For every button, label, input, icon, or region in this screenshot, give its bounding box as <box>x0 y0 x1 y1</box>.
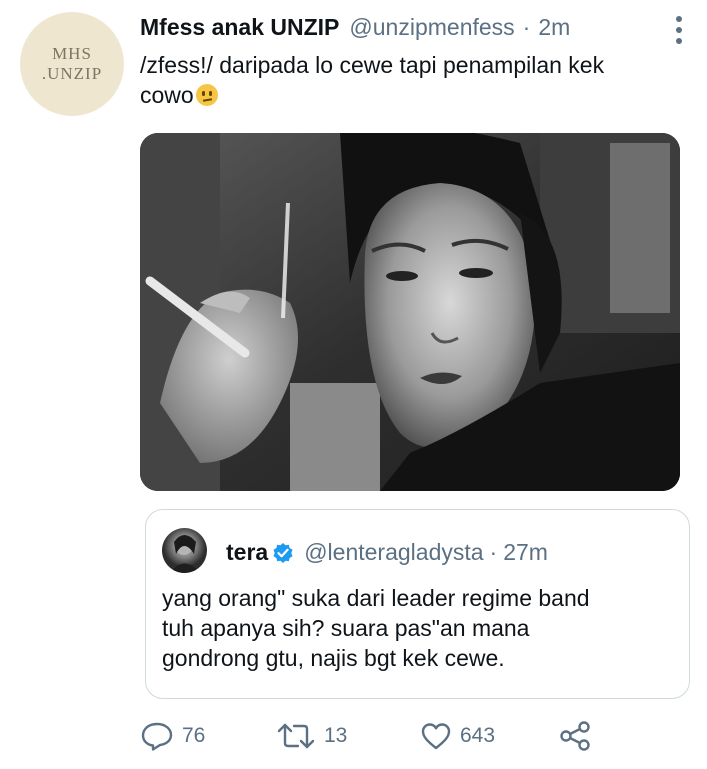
retweet-count: 13 <box>324 724 348 747</box>
tweet-actions-bar: 76 13 643 <box>140 718 600 754</box>
quoted-timestamp[interactable]: 27m <box>503 539 548 566</box>
tweet-text-line2: cowo <box>140 82 194 108</box>
reply-icon <box>141 722 173 751</box>
share-button[interactable] <box>558 718 600 754</box>
avatar-text-line1: MHS <box>52 44 92 63</box>
quoted-tweet-text: yang orang" suka dari leader regime band… <box>162 583 662 673</box>
quoted-tweet-card[interactable]: tera @lenteragladysta · 27m yang orang" … <box>145 509 690 699</box>
tweet-photo[interactable] <box>140 133 680 491</box>
avatar-text-line2: .UNZIP <box>41 64 103 83</box>
tweet-header: Mfess anak UNZIP @unzipmenfess · 2m <box>140 14 647 41</box>
display-name[interactable]: Mfess anak UNZIP <box>140 14 339 41</box>
quoted-display-name[interactable]: tera <box>226 539 268 566</box>
reply-count: 76 <box>182 724 206 747</box>
timestamp[interactable]: 2m <box>538 14 570 41</box>
reply-button[interactable]: 76 <box>140 718 205 754</box>
heart-icon <box>421 723 451 750</box>
quoted-text-line3: gondrong gtu, najis bgt kek cewe. <box>162 645 505 671</box>
quoted-tweet-header: tera @lenteragladysta · 27m <box>226 539 548 566</box>
retweet-button[interactable]: 13 <box>276 718 347 754</box>
quoted-separator-dot: · <box>489 539 498 565</box>
user-handle[interactable]: @unzipmenfess <box>349 14 514 41</box>
tweet-text-line1: /zfess!/ daripada lo cewe tapi penampila… <box>140 52 605 78</box>
quoted-avatar[interactable] <box>162 528 207 573</box>
like-count: 643 <box>460 724 496 747</box>
retweet-icon <box>277 723 315 749</box>
like-button[interactable]: 643 <box>420 718 495 754</box>
quoted-text-line1: yang orang" suka dari leader regime band <box>162 585 590 611</box>
share-icon <box>560 721 590 751</box>
verified-badge-icon <box>272 542 294 564</box>
separator-dot: · <box>522 14 531 40</box>
account-avatar[interactable]: MHS .UNZIP <box>20 12 124 116</box>
confused-face-icon <box>195 84 218 106</box>
tweet-text: /zfess!/ daripada lo cewe tapi penampila… <box>140 50 680 110</box>
more-options-icon[interactable] <box>669 16 689 44</box>
quoted-user-handle[interactable]: @lenteragladysta <box>304 539 483 566</box>
quoted-text-line2: tuh apanya sih? suara pas"an mana <box>162 615 530 641</box>
